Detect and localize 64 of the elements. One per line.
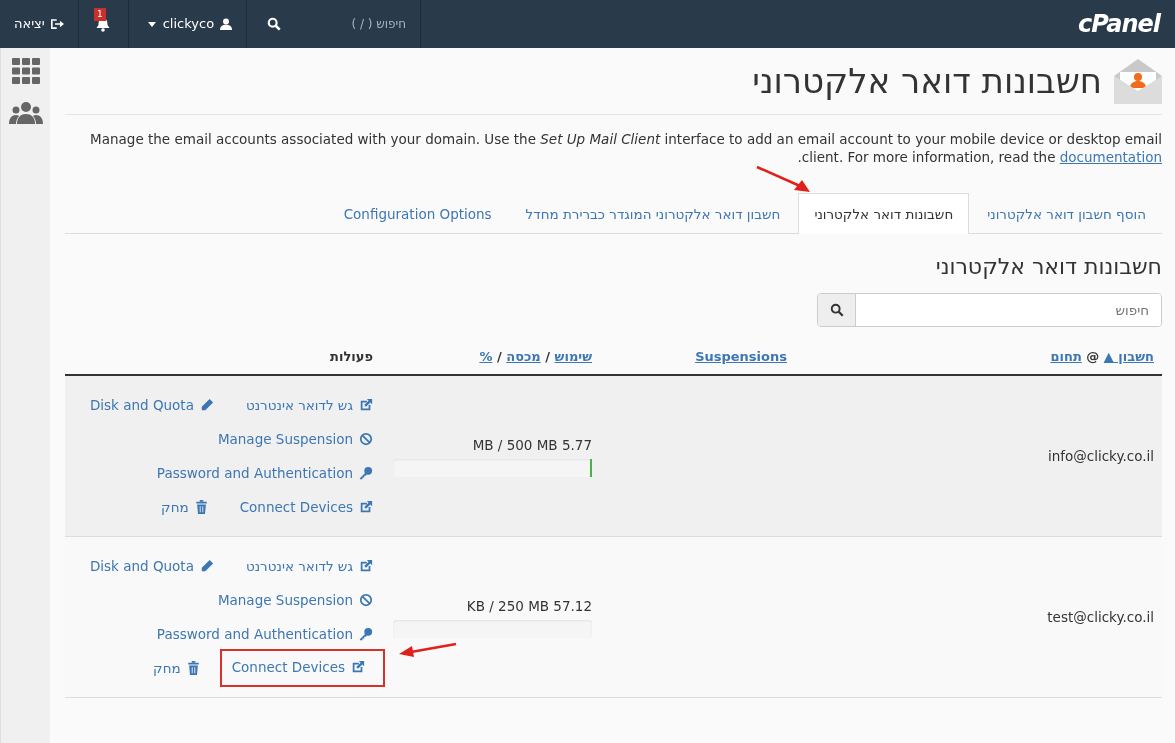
notification-badge: 1 bbox=[94, 8, 106, 21]
tab[interactable]: חשבון דואר אלקטרוני המוגדר כברירת מחדל bbox=[509, 193, 797, 235]
trash-icon bbox=[186, 661, 200, 676]
account-email: info@clicky.co.il bbox=[1047, 448, 1154, 464]
page-title: חשבונות דואר אלקטרוני bbox=[752, 60, 1102, 102]
caret-icon bbox=[146, 19, 157, 29]
top-search-field[interactable]: חיפוש ( / ) bbox=[288, 14, 409, 34]
sort-link[interactable]: Suspensions bbox=[695, 348, 787, 364]
action-link[interactable]: Connect Devices bbox=[239, 497, 373, 518]
action-link[interactable]: מחק bbox=[153, 658, 200, 679]
notifications-button[interactable]: 1 bbox=[77, 0, 128, 48]
column-header: / bbox=[496, 348, 502, 364]
search-button[interactable] bbox=[818, 293, 856, 326]
user-menu-button[interactable]: clickyco bbox=[127, 0, 247, 48]
column-header: @ bbox=[1086, 348, 1100, 364]
sort-link[interactable]: שימוש bbox=[554, 348, 592, 364]
action-link[interactable]: Password and Authentication bbox=[156, 463, 373, 484]
tab[interactable]: Configuration Options bbox=[327, 193, 508, 235]
documentation-link[interactable]: documentation bbox=[1059, 149, 1162, 165]
account-email: test@clicky.co.il bbox=[1047, 609, 1154, 625]
users-icon bbox=[8, 102, 43, 124]
ban-icon bbox=[359, 593, 373, 608]
action-link[interactable]: Manage Suspension bbox=[217, 429, 373, 450]
external-link-icon bbox=[359, 500, 373, 515]
description-text: Manage the email accounts associated with your domain. Use the Set Up Mail Client interface to add an email account to your mobile device or desktop email client. For more information, read the documentation . bbox=[89, 130, 1162, 166]
annotation-arrow bbox=[756, 166, 812, 193]
search-icon bbox=[829, 302, 844, 317]
search-box[interactable]: חיפוש bbox=[817, 292, 1162, 327]
key-icon bbox=[359, 627, 373, 642]
action-link[interactable]: גש לדואר אינטרנט bbox=[245, 556, 373, 577]
sort-link[interactable]: תחום bbox=[1050, 348, 1082, 364]
sort-link[interactable]: מכסה bbox=[506, 348, 541, 364]
pencil-icon bbox=[199, 398, 214, 413]
ban-icon bbox=[359, 432, 373, 447]
usage-text: 57.12 KB / 250 MB bbox=[465, 597, 592, 616]
action-link[interactable]: גש לדואר אינטרנט bbox=[245, 395, 373, 416]
external-link-icon bbox=[359, 559, 373, 574]
search-icon bbox=[267, 17, 282, 31]
logout-button[interactable]: יציאה bbox=[0, 0, 78, 48]
section-title: חשבונות דואר אלקטרוני bbox=[934, 254, 1162, 281]
action-link[interactable]: Password and Authentication bbox=[156, 624, 373, 645]
column-header: / bbox=[545, 348, 551, 364]
logout-icon bbox=[50, 18, 64, 30]
action-link[interactable]: מחק bbox=[161, 497, 208, 518]
sort-link[interactable]: חשבון ▲ bbox=[1103, 348, 1154, 364]
envelope-icon bbox=[1114, 58, 1162, 104]
logo: cPanel bbox=[1076, 9, 1162, 40]
action-link[interactable]: Disk and Quota bbox=[89, 395, 214, 416]
annotation-arrow bbox=[399, 642, 457, 658]
usage-text: 5.77 MB / 500 MB bbox=[471, 436, 592, 455]
external-link-icon bbox=[359, 398, 373, 413]
sort-link[interactable]: % bbox=[479, 348, 493, 364]
trash-icon bbox=[194, 500, 208, 515]
action-link[interactable]: Connect Devices bbox=[231, 656, 365, 678]
key-icon bbox=[359, 466, 373, 481]
external-link-icon bbox=[351, 660, 365, 675]
user-icon bbox=[220, 18, 233, 30]
tab[interactable]: הוסף חשבון דואר אלקטרוני bbox=[971, 193, 1162, 235]
column-header: פעולות bbox=[330, 348, 373, 364]
tab[interactable]: חשבונות דואר אלקטרוני bbox=[798, 193, 970, 235]
apps-grid-icon bbox=[11, 58, 40, 84]
action-link[interactable]: Manage Suspension bbox=[217, 590, 373, 611]
pencil-icon bbox=[199, 559, 214, 574]
action-link[interactable]: Disk and Quota bbox=[89, 556, 214, 577]
